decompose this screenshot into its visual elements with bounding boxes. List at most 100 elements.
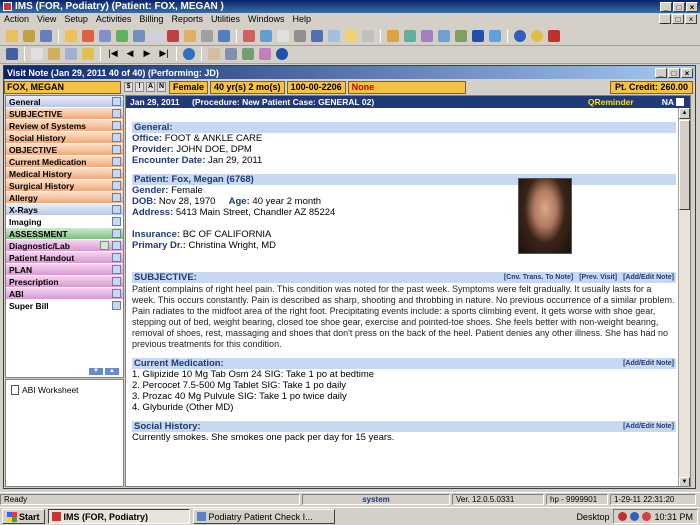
abi-worksheet-item[interactable]: ABI Worksheet [6,380,123,395]
section-open-icon[interactable] [112,301,121,310]
nav-scroll-up-icon[interactable]: ▲ [105,368,119,375]
scroll-thumb[interactable] [679,120,690,210]
save-icon[interactable] [4,46,20,62]
patient-photo[interactable] [518,178,572,254]
taskbar-item-ims[interactable]: IMS (FOR, Podiatry) [47,509,190,524]
section-open-icon[interactable] [112,133,121,142]
calendar-icon[interactable] [241,28,257,44]
start-button[interactable]: Start [2,509,45,524]
nav-item-plan[interactable]: PLAN [6,264,123,276]
section-open-icon[interactable] [112,229,121,238]
taskbar-item-checkin[interactable]: Podiatry Patient Check I... [192,509,335,524]
list-icon[interactable] [223,46,239,62]
nav-item-current-medication[interactable]: Current Medication [6,156,123,168]
tools-icon[interactable] [309,28,325,44]
section-open-icon[interactable] [112,181,121,190]
close-circle-icon[interactable] [274,46,290,62]
section-open-icon[interactable] [112,241,121,250]
child-maximize-icon[interactable]: □ [668,67,680,78]
ledger-icon[interactable] [216,28,232,44]
menu-billing[interactable]: Billing [135,14,167,24]
word-icon[interactable] [470,28,486,44]
note-icon[interactable]: N [157,82,166,92]
email-icon[interactable] [343,28,359,44]
patient-icon[interactable] [80,28,96,44]
last-record-icon[interactable]: ▶| [156,46,172,62]
nav-item-allergy[interactable]: Allergy [6,192,123,204]
help-icon[interactable] [512,28,528,44]
section-open-icon[interactable] [112,205,121,214]
close-icon[interactable]: × [686,1,698,12]
section-open-icon[interactable] [112,157,121,166]
na-toggle[interactable]: NA [662,97,684,107]
attach-icon[interactable] [80,46,96,62]
lab-icon[interactable] [148,28,164,44]
nav-item-diagnostic-lab[interactable]: Diagnostic/Lab [6,240,123,252]
grid-icon[interactable] [385,28,401,44]
allergy-icon[interactable]: A [146,82,155,92]
nav-item-abi[interactable]: ABI [6,288,123,300]
previous-visit-link[interactable]: [Prev. Visit] [579,272,617,283]
note-scrollbar[interactable]: ▲ ▼ [678,108,690,486]
rx-icon[interactable] [165,28,181,44]
chart-icon[interactable] [131,28,147,44]
volume-icon[interactable] [642,512,652,521]
section-open-icon[interactable] [112,253,121,262]
web-icon[interactable] [487,28,503,44]
section-open-icon[interactable] [112,217,121,226]
convert-transcription-link[interactable]: [Cnv. Trans. To Note] [504,272,573,283]
info-icon[interactable] [529,28,545,44]
document-icon[interactable] [275,28,291,44]
menu-reports[interactable]: Reports [167,14,207,24]
menu-setup[interactable]: Setup [60,14,92,24]
desktop-toolbar[interactable]: Desktop [576,512,609,522]
mdi-restore-icon[interactable]: □ [672,14,684,24]
menu-view[interactable]: View [33,14,60,24]
nav-item-surgical-history[interactable]: Surgical History [6,180,123,192]
tasks-icon[interactable] [402,28,418,44]
bill-icon[interactable] [182,28,198,44]
add-edit-note-link[interactable]: [Add/Edit Note] [623,272,674,283]
photo-icon[interactable] [240,46,256,62]
edit-icon[interactable] [46,46,62,62]
nav-item-prescription[interactable]: Prescription [6,276,123,288]
lock-icon[interactable] [4,28,20,44]
nav-item-medical-history[interactable]: Medical History [6,168,123,180]
section-open-icon[interactable] [112,109,121,118]
clock[interactable]: 10:31 PM [654,512,693,522]
scroll-up-icon[interactable]: ▲ [679,108,690,119]
folder-open-icon[interactable] [63,28,79,44]
nav-item-general[interactable]: General [6,96,123,108]
menu-help[interactable]: Help [288,14,315,24]
nav-item-objective[interactable]: OBJECTIVE [6,144,123,156]
image-icon[interactable] [436,28,452,44]
minimize-icon[interactable]: _ [660,1,672,12]
alert-icon[interactable]: ! [135,82,144,92]
nav-item-x-rays[interactable]: X-Rays [6,204,123,216]
print-icon[interactable] [292,28,308,44]
section-open-icon[interactable] [112,277,121,286]
refresh-icon[interactable] [181,46,197,62]
patient-name[interactable]: FOX, MEGAN [4,80,121,94]
nav-item-review-of-systems[interactable]: Review of Systems [6,120,123,132]
scan-icon[interactable] [419,28,435,44]
child-close-icon[interactable]: × [681,67,693,78]
report-icon[interactable] [326,28,342,44]
nav-item-social-history[interactable]: Social History [6,132,123,144]
nav-item-patient-handout[interactable]: Patient Handout [6,252,123,264]
clipboard-icon[interactable] [206,46,222,62]
menu-activities[interactable]: Activities [92,14,136,24]
nav-item-super-bill[interactable]: Super Bill [6,300,123,312]
insurance-icon[interactable]: $ [124,82,133,92]
nav-item-subjective[interactable]: SUBJECTIVE [6,108,123,120]
na-checkbox[interactable] [676,98,684,106]
social-add-edit-link[interactable]: [Add/Edit Note] [623,421,674,432]
mdi-minimize-icon[interactable]: _ [659,14,671,24]
nav-item-assessment[interactable]: ASSESSMENT [6,228,123,240]
section-open-icon[interactable] [112,193,121,202]
shield-icon[interactable] [630,512,640,521]
key-icon[interactable] [21,28,37,44]
schedule-icon[interactable] [258,28,274,44]
child-minimize-icon[interactable]: _ [655,67,667,78]
section-open-icon[interactable] [112,121,121,130]
